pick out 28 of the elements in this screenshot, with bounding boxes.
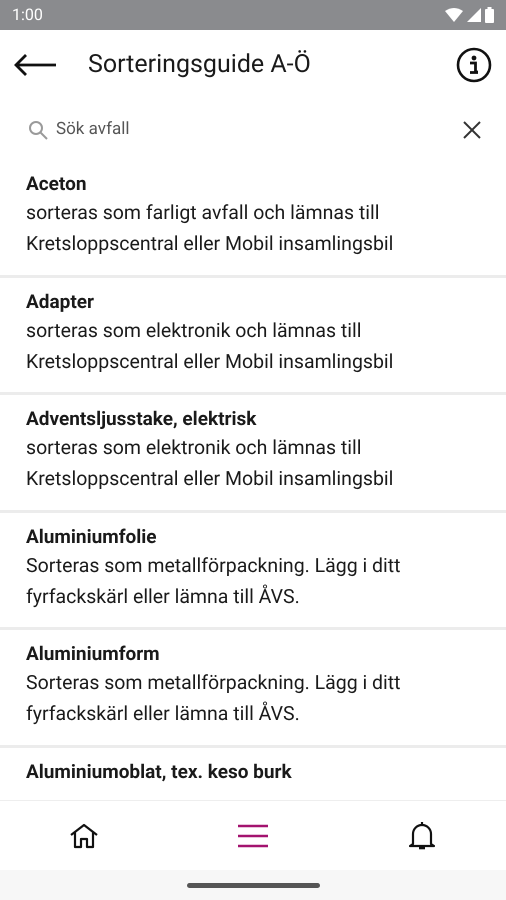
- info-button[interactable]: [454, 45, 494, 85]
- back-arrow-icon: [14, 54, 56, 76]
- item-title: Aceton: [26, 172, 88, 196]
- item-title: Adapter: [26, 290, 95, 314]
- item-title: Aluminiumoblat, tex. keso burk: [26, 760, 293, 784]
- item-title: Aluminiumform: [26, 642, 161, 666]
- status-time: 1:00: [12, 4, 43, 26]
- waste-list-item[interactable]: Aluminiumfolie Sorteras som metallförpackning. Lägg i ditt fyrfackskärl eller lämna till ÅVS.: [0, 512, 506, 630]
- gesture-handle[interactable]: [186, 882, 320, 888]
- item-description: sorteras som elektronik och lämnas till Kretsloppscentral eller Mobil insamlingsbil: [26, 435, 394, 492]
- close-icon: [463, 121, 481, 139]
- item-title: Adventsljusstake, elektrisk: [26, 407, 258, 431]
- item-description: sorteras som farligt avfall och lämnas till Kretsloppscentral eller Mobil insamlingsbil: [26, 200, 394, 257]
- search-field[interactable]: Sök avfall: [56, 117, 460, 143]
- item-title: Aluminiumfolie: [26, 524, 158, 548]
- item-description: sorteras som elektronik och lämnas till Kretsloppscentral eller Mobil insamlingsbil: [26, 318, 394, 374]
- item-description: Sorteras som metallförpackning. Lägg i ditt fyrfackskärl eller lämna till ÅVS.: [26, 670, 402, 727]
- search-icon: [28, 120, 48, 140]
- signal-icon: [467, 8, 481, 22]
- waste-list-item[interactable]: Adventsljusstake, elektrisk sorteras som elektronik och lämnas till Kretsloppscentral eller Mobil insamlingsbil: [0, 395, 506, 512]
- page-title: Sorteringsguide A-Ö: [88, 49, 312, 82]
- info-icon: [456, 47, 492, 83]
- waste-list-item[interactable]: Aluminiumform Sorteras som metallförpackning. Lägg i ditt fyrfackskärl eller lämna till ÅVS.: [0, 630, 506, 748]
- waste-list-item[interactable]: Aceton sorteras som farligt avfall och lämnas till Kretsloppscentral eller Mobil insamlingsbil: [0, 160, 506, 278]
- battery-icon: [485, 7, 494, 23]
- waste-list-item[interactable]: Adapter sorteras som elektronik och lämnas till Kretsloppscentral eller Mobil insamlingsbil: [0, 278, 506, 395]
- wifi-icon: [445, 8, 463, 22]
- item-description: Sorteras som metallförpackning. Lägg i ditt fyrfackskärl eller lämna till ÅVS.: [26, 552, 402, 610]
